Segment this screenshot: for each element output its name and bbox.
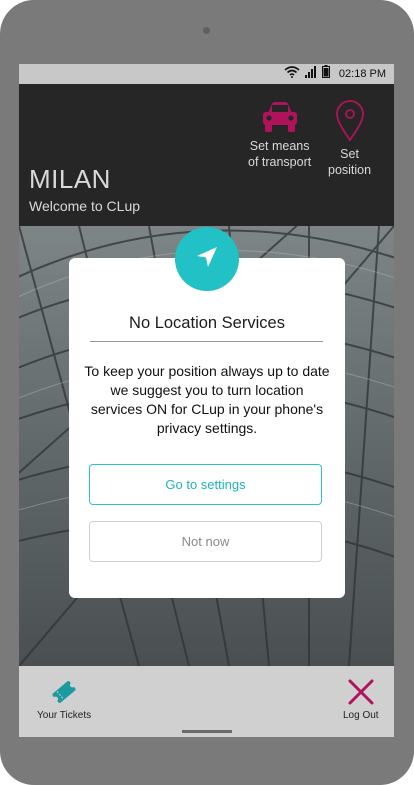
- dialog-divider: [90, 341, 323, 342]
- log-out-label: Log Out: [343, 710, 379, 721]
- dialog-badge: [175, 227, 239, 291]
- set-transport-label-line1: Set means: [249, 139, 310, 153]
- not-now-button[interactable]: Not now: [89, 521, 322, 562]
- welcome-text: Welcome to CLup: [29, 198, 141, 214]
- battery-icon: [321, 65, 330, 83]
- set-transport-button[interactable]: Set means of transport: [248, 100, 311, 170]
- set-position-label-line2: position: [328, 163, 372, 177]
- go-to-settings-button[interactable]: Go to settings: [89, 464, 322, 505]
- city-name: MILAN: [29, 164, 111, 194]
- app-header: MILAN Welcome to CLup Set means of trans…: [19, 84, 394, 226]
- status-time: 02:18 PM: [338, 68, 386, 80]
- dialog-title: No Location Services: [129, 314, 285, 332]
- close-icon: [343, 678, 379, 706]
- wifi-icon: [284, 65, 300, 83]
- device-frame: 02:18 PM MILAN Welcome to CLup Set means…: [0, 0, 414, 785]
- home-indicator: [182, 730, 232, 733]
- status-bar: 02:18 PM: [19, 64, 394, 84]
- location-pin-icon: [328, 100, 371, 142]
- dialog-message: To keep your position always up to date …: [84, 363, 330, 436]
- ticket-icon: [37, 678, 91, 706]
- car-icon: [248, 100, 311, 134]
- your-tickets-button[interactable]: Your Tickets: [37, 678, 91, 721]
- navigation-arrow-icon: [194, 244, 220, 275]
- bottom-nav: Your Tickets Log Out: [19, 666, 394, 737]
- log-out-button[interactable]: Log Out: [343, 678, 379, 721]
- set-transport-label-line2: of transport: [248, 155, 312, 169]
- signal-icon: [304, 65, 317, 83]
- set-position-button[interactable]: Set position: [328, 100, 371, 178]
- location-dialog: No Location Services To keep your positi…: [69, 258, 345, 598]
- front-camera: [203, 27, 210, 34]
- set-position-label-line1: Set: [340, 147, 359, 161]
- your-tickets-label: Your Tickets: [37, 710, 92, 721]
